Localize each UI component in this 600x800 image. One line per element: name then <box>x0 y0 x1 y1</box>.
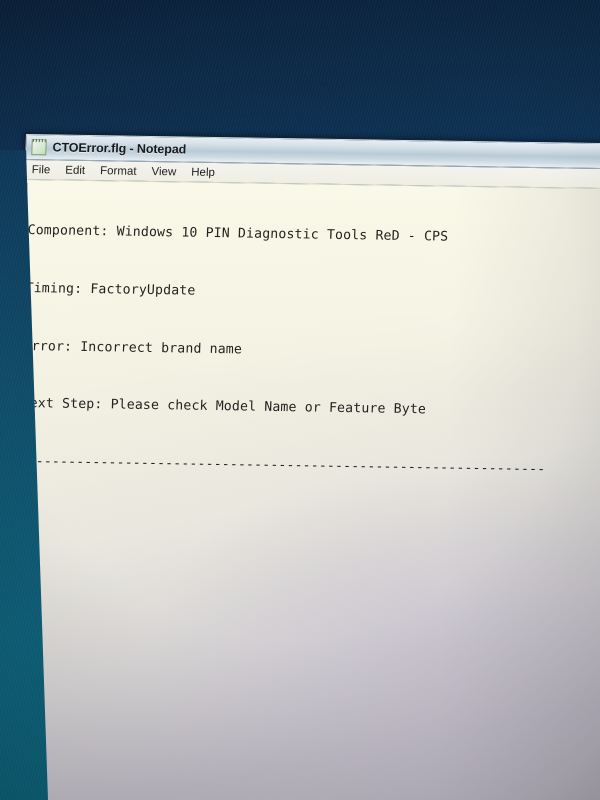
document-line-4: Next Step: Please check Model Name or Fe… <box>21 396 427 418</box>
menu-item-edit[interactable]: Edit <box>65 164 94 176</box>
document-line-2: Timing: FactoryUpdate <box>25 281 196 299</box>
notepad-document-icon <box>31 139 47 156</box>
document-line-3: Error: Incorrect brand name <box>23 338 243 358</box>
document-line-1: Component: Windows 10 PIN Diagnostic Too… <box>27 223 449 246</box>
menu-item-format[interactable]: Format <box>100 165 146 178</box>
notepad-window[interactable]: CTOError.flg - Notepad File Edit Format … <box>1 134 600 800</box>
menu-item-file[interactable]: File <box>32 164 60 176</box>
text-editor-area[interactable]: Component: Windows 10 PIN Diagnostic Too… <box>2 179 600 800</box>
window-title: CTOError.flg - Notepad <box>52 140 187 157</box>
document-line-5-separator: ----------------------------------------… <box>19 453 546 477</box>
monitor-photo: CTOError.flg - Notepad File Edit Format … <box>0 0 600 800</box>
menu-item-view[interactable]: View <box>151 165 185 178</box>
document-text[interactable]: Component: Windows 10 PIN Diagnostic Too… <box>18 183 600 519</box>
menu-item-help[interactable]: Help <box>191 166 224 179</box>
